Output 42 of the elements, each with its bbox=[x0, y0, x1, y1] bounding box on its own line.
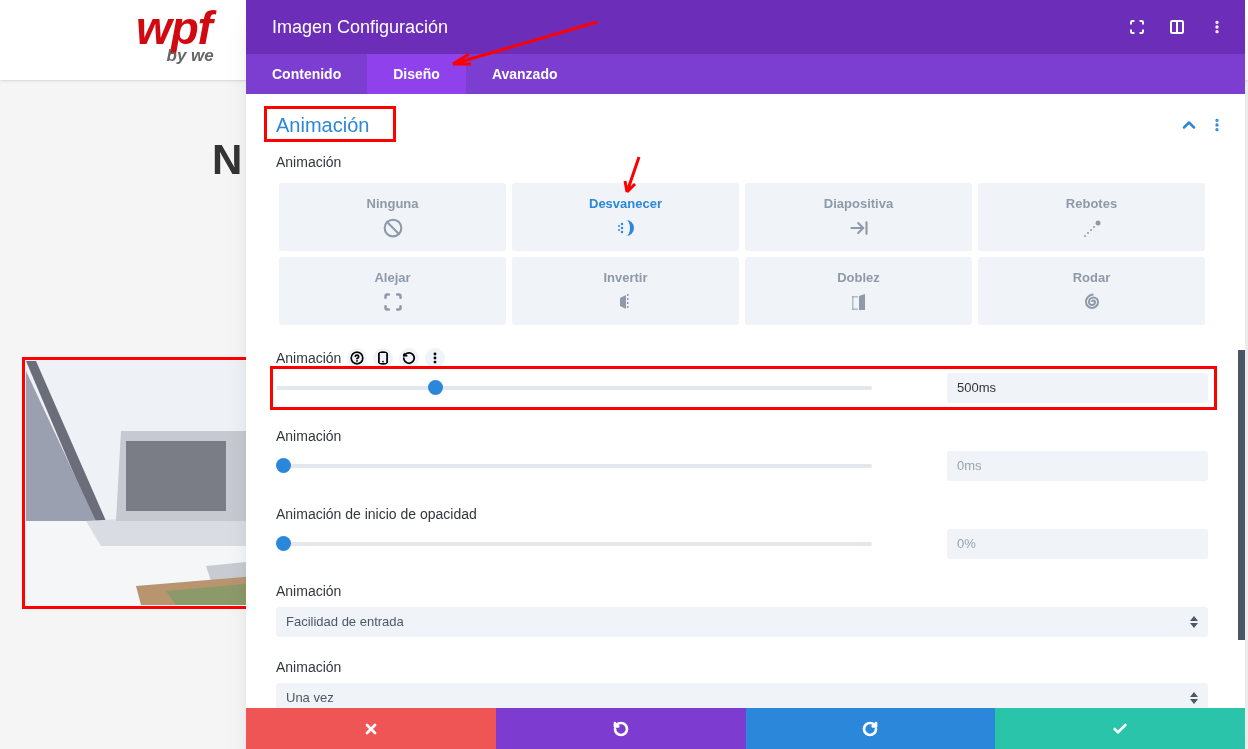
select-field[interactable]: Una vez bbox=[276, 683, 1208, 708]
help-icon[interactable] bbox=[347, 348, 368, 368]
slider-thumb[interactable] bbox=[427, 380, 443, 395]
options-icon[interactable] bbox=[425, 348, 446, 368]
page-heading: N bbox=[212, 136, 243, 183]
sort-caret-icon bbox=[1190, 616, 1198, 628]
field-label: Animación bbox=[276, 659, 342, 675]
animation-style-option[interactable]: Desvanecer bbox=[512, 183, 739, 251]
value-field[interactable]: 500ms bbox=[947, 373, 1208, 403]
fullscreen-icon[interactable] bbox=[1129, 19, 1145, 35]
tab[interactable]: Avanzado bbox=[465, 54, 584, 94]
tab[interactable]: Contenido bbox=[246, 54, 368, 94]
value-field[interactable]: 0% bbox=[947, 529, 1208, 559]
tab[interactable]: Diseño bbox=[367, 54, 466, 94]
fade-icon bbox=[615, 217, 636, 238]
field-label: Animación bbox=[276, 154, 342, 170]
sort-caret-icon bbox=[1190, 692, 1198, 704]
animation-style-option[interactable]: Rebotes bbox=[978, 183, 1205, 251]
expand-icon bbox=[382, 291, 403, 312]
animation-style-option[interactable]: Doblez bbox=[745, 257, 972, 325]
redo-icon bbox=[862, 720, 879, 737]
field-label: Animación bbox=[276, 426, 342, 446]
slider-thumb[interactable] bbox=[276, 458, 291, 473]
animation-style-option[interactable]: Ninguna bbox=[279, 183, 506, 251]
undo-icon bbox=[612, 720, 629, 737]
slider-thumb[interactable] bbox=[276, 536, 291, 551]
scrollbar[interactable] bbox=[1238, 350, 1245, 640]
field-label: Animación bbox=[276, 348, 342, 368]
field-label: Animación bbox=[276, 583, 342, 599]
field-label: Animación de inicio de opacidad bbox=[276, 504, 477, 524]
ban-icon bbox=[382, 217, 403, 238]
reset-icon[interactable] bbox=[399, 348, 420, 368]
section-title[interactable]: Animación bbox=[276, 114, 370, 136]
value-field[interactable]: 0ms bbox=[947, 451, 1208, 481]
select-field[interactable]: Facilidad de entrada bbox=[276, 607, 1208, 637]
animation-style-option[interactable]: Invertir bbox=[512, 257, 739, 325]
animation-style-option[interactable]: Diapositiva bbox=[745, 183, 972, 251]
sidebar-icon[interactable] bbox=[1169, 19, 1185, 35]
phone-icon[interactable] bbox=[373, 348, 394, 368]
panel-title: Imagen Configuración bbox=[272, 15, 450, 39]
animation-style-option[interactable]: Rodar bbox=[978, 257, 1205, 325]
animation-style-option[interactable]: Alejar bbox=[279, 257, 506, 325]
